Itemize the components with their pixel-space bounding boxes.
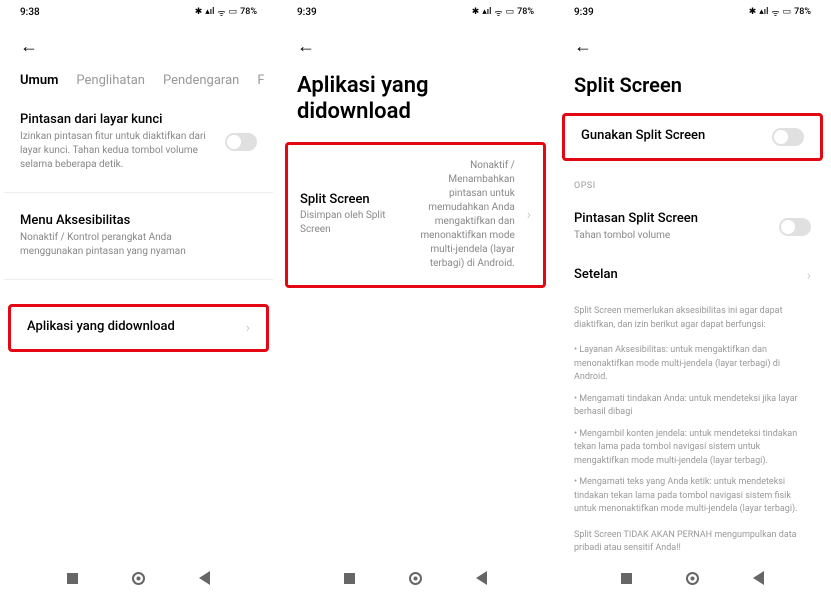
status-icons: ✱ ▴ıl ᯤ ▭ 78% xyxy=(749,6,811,19)
highlight-downloaded: Aplikasi yang didownload › xyxy=(8,304,269,352)
status-icons: ✱ ▴ıl ᯤ ▭ 78% xyxy=(195,6,257,19)
content-area: Split Screen Disimpan oleh Split Screen … xyxy=(277,142,554,556)
info-bullet-3: • Mengambil konten jendela: untuk mendet… xyxy=(558,424,827,473)
page-title: Split Screen xyxy=(554,65,831,113)
battery-percent: 78% xyxy=(517,7,534,17)
nav-home[interactable] xyxy=(409,572,422,585)
use-split-item[interactable]: Gunakan Split Screen xyxy=(565,116,820,158)
screen-1-accessibility: 9:38 ✱ ▴ıl ᯤ ▭ 78% ← Umum Penglihatan Pe… xyxy=(0,0,277,600)
tab-umum[interactable]: Umum xyxy=(20,73,58,88)
highlight-splitscreen: Split Screen Disimpan oleh Split Screen … xyxy=(285,142,546,288)
nav-bar xyxy=(277,556,554,600)
signal-icon: ▴ıl xyxy=(482,7,491,17)
wifi-icon: ᯤ xyxy=(217,6,225,19)
chevron-icon: › xyxy=(527,207,531,223)
bluetooth-icon: ✱ xyxy=(195,7,203,17)
split-screen-item[interactable]: Split Screen Disimpan oleh Split Screen … xyxy=(288,145,543,285)
back-button[interactable]: ← xyxy=(0,24,277,65)
nav-back[interactable] xyxy=(753,571,764,585)
battery-percent: 78% xyxy=(240,7,257,17)
wifi-icon: ᯤ xyxy=(494,6,502,19)
use-split-title: Gunakan Split Screen xyxy=(581,128,804,143)
highlight-use-split: Gunakan Split Screen xyxy=(562,113,823,161)
tab-f[interactable]: F xyxy=(257,73,264,88)
status-bar: 9:38 ✱ ▴ıl ᯤ ▭ 78% xyxy=(0,0,277,24)
bluetooth-icon: ✱ xyxy=(472,7,480,17)
opsi-label: OPSI xyxy=(558,161,827,199)
divider xyxy=(4,192,273,193)
status-time: 9:39 xyxy=(297,7,317,18)
split-shortcut-item[interactable]: Pintasan Split Screen Tahan tombol volum… xyxy=(558,199,827,255)
back-button[interactable]: ← xyxy=(277,24,554,65)
lock-shortcut-toggle[interactable] xyxy=(225,133,257,151)
status-time: 9:39 xyxy=(574,7,594,18)
split-title: Split Screen xyxy=(300,192,400,207)
page-title: Aplikasi yang didownload xyxy=(277,65,554,142)
nav-home[interactable] xyxy=(686,572,699,585)
tabs: Umum Penglihatan Pendengaran F xyxy=(0,65,277,100)
split-shortcut-toggle[interactable] xyxy=(779,218,811,236)
use-split-toggle[interactable] xyxy=(772,128,804,146)
nav-recents[interactable] xyxy=(344,573,355,584)
battery-icon: ▭ xyxy=(506,7,515,17)
split-shortcut-desc: Tahan tombol volume xyxy=(574,229,811,243)
downloaded-title: Aplikasi yang didownload xyxy=(27,319,250,334)
status-time: 9:38 xyxy=(20,7,40,18)
nav-home[interactable] xyxy=(132,572,145,585)
battery-icon: ▭ xyxy=(783,7,792,17)
chevron-icon: › xyxy=(807,268,811,284)
nav-bar xyxy=(0,556,277,600)
split-subtitle: Disimpan oleh Split Screen xyxy=(300,209,400,237)
accessibility-title: Menu Aksesibilitas xyxy=(20,213,257,228)
nav-back[interactable] xyxy=(199,571,210,585)
accessibility-menu-item[interactable]: Menu Aksesibilitas Nonaktif / Kontrol pe… xyxy=(4,201,273,271)
settings-title: Setelan xyxy=(574,267,811,282)
nav-back[interactable] xyxy=(476,571,487,585)
settings-item[interactable]: Setelan › xyxy=(558,255,827,297)
lock-shortcut-item[interactable]: Pintasan dari layar kunci Izinkan pintas… xyxy=(4,100,273,184)
lock-shortcut-title: Pintasan dari layar kunci xyxy=(20,112,257,127)
bluetooth-icon: ✱ xyxy=(749,7,757,17)
downloaded-apps-item[interactable]: Aplikasi yang didownload › xyxy=(11,307,266,349)
info-bullet-1: • Layanan Aksesibilitas: untuk mengaktif… xyxy=(558,340,827,389)
info-text-2: Split Screen TIDAK AKAN PERNAH mengumpul… xyxy=(558,521,827,557)
signal-icon: ▴ıl xyxy=(205,7,214,17)
status-bar: 9:39 ✱ ▴ıl ᯤ ▭ 78% xyxy=(554,0,831,24)
signal-icon: ▴ıl xyxy=(759,7,768,17)
chevron-icon: › xyxy=(246,320,250,336)
split-shortcut-title: Pintasan Split Screen xyxy=(574,211,811,226)
nav-bar xyxy=(554,556,831,600)
info-text-1: Split Screen memerlukan aksesibilitas in… xyxy=(558,297,827,340)
nav-recents[interactable] xyxy=(621,573,632,584)
content-area: Gunakan Split Screen OPSI Pintasan Split… xyxy=(554,113,831,556)
tab-penglihatan[interactable]: Penglihatan xyxy=(76,73,145,88)
divider xyxy=(4,279,273,280)
tab-pendengaran[interactable]: Pendengaran xyxy=(163,73,239,88)
battery-percent: 78% xyxy=(794,7,811,17)
info-bullet-4: • Mengamati teks yang Anda ketik: untuk … xyxy=(558,472,827,521)
back-button[interactable]: ← xyxy=(554,24,831,65)
status-bar: 9:39 ✱ ▴ıl ᯤ ▭ 78% xyxy=(277,0,554,24)
info-bullet-2: • Mengamati tindakan Anda: untuk mendete… xyxy=(558,389,827,424)
wifi-icon: ᯤ xyxy=(771,6,779,19)
accessibility-desc: Nonaktif / Kontrol perangkat Anda menggu… xyxy=(20,231,257,259)
status-icons: ✱ ▴ıl ᯤ ▭ 78% xyxy=(472,6,534,19)
content-area: Pintasan dari layar kunci Izinkan pintas… xyxy=(0,100,277,556)
split-desc: Nonaktif / Menambahkan pintasan untuk me… xyxy=(412,159,515,271)
screen-2-downloaded: 9:39 ✱ ▴ıl ᯤ ▭ 78% ← Aplikasi yang didow… xyxy=(277,0,554,600)
nav-recents[interactable] xyxy=(67,573,78,584)
battery-icon: ▭ xyxy=(229,7,238,17)
lock-shortcut-desc: Izinkan pintasan fitur untuk diaktifkan … xyxy=(20,130,257,172)
screen-3-splitscreen: 9:39 ✱ ▴ıl ᯤ ▭ 78% ← Split Screen Gunaka… xyxy=(554,0,831,600)
